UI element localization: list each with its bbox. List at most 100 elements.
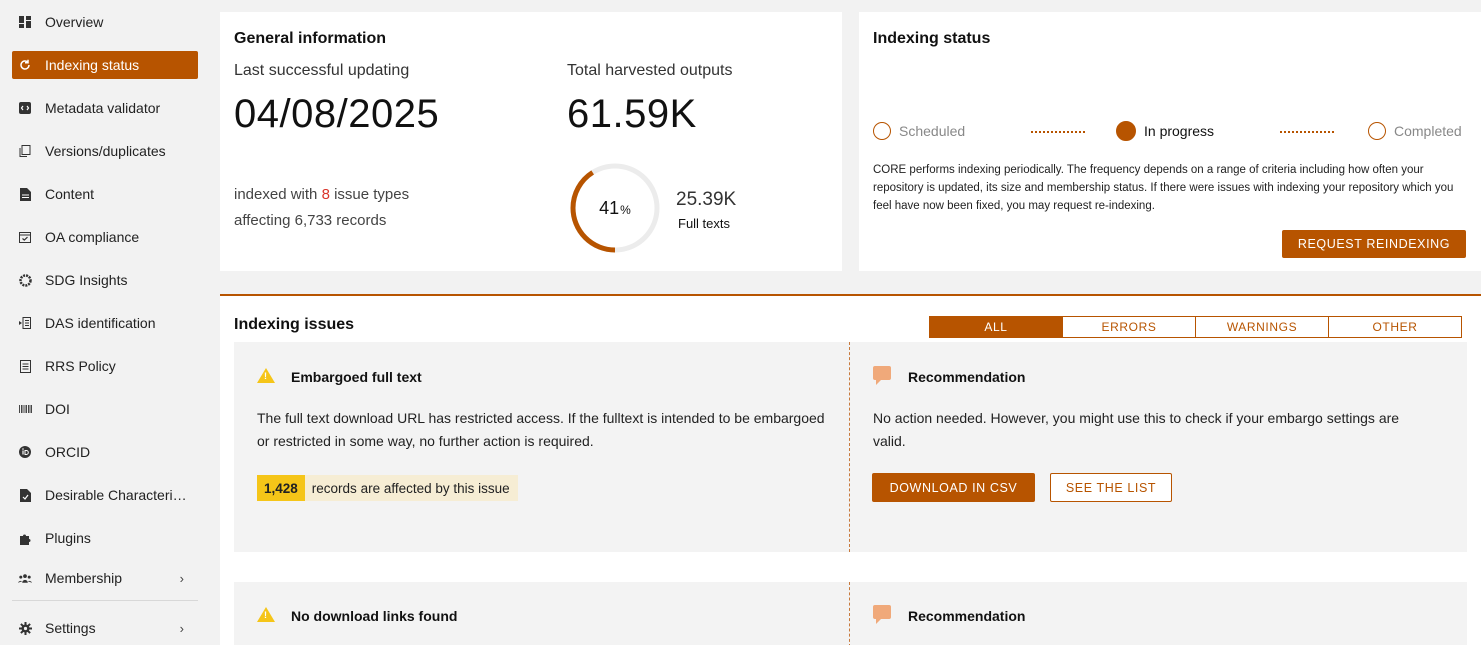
general-information-card: General information Last successful upda… (220, 12, 842, 271)
sidebar-item-label: DAS identification (45, 315, 156, 331)
step-completed: Completed (1368, 122, 1462, 140)
orcid-icon (18, 445, 32, 459)
download-csv-button[interactable]: DOWNLOAD IN CSV (872, 473, 1035, 502)
chevron-right-icon: › (179, 620, 184, 636)
donut-percent-value: 41 (599, 197, 620, 218)
sidebar-item-das-identification[interactable]: DAS identification (12, 309, 198, 337)
see-the-list-button[interactable]: SEE THE LIST (1050, 473, 1172, 502)
puzzle-icon (18, 531, 32, 545)
issue-title: No download links found (291, 608, 458, 624)
donut-percent: 41% (569, 162, 661, 254)
sidebar-divider (12, 600, 198, 601)
document-icon (18, 488, 32, 502)
recommendation-text: No action needed. However, you might use… (873, 410, 1400, 449)
warning-icon (257, 607, 275, 622)
fulltext-count: 25.39K (676, 189, 737, 210)
sidebar-item-label: Overview (45, 14, 104, 30)
sidebar-item-label: OA compliance (45, 229, 140, 245)
sidebar-item-label: ORCID (45, 444, 91, 460)
sync-icon (18, 58, 32, 72)
sidebar-item-orcid[interactable]: ORCID (12, 438, 198, 466)
sdg-wheel-icon (18, 273, 32, 287)
copy-icon (18, 144, 32, 158)
request-reindexing-button[interactable]: REQUEST REINDEXING (1282, 230, 1466, 258)
sidebar-item-label: Content (45, 186, 95, 202)
warning-icon (257, 368, 275, 383)
issue-types-line: indexed with 8 issue types (234, 184, 409, 206)
step-circle-icon (873, 122, 891, 140)
step-connector (1280, 131, 1334, 133)
dashboard-icon (18, 15, 32, 29)
sidebar-item-label: RRS Policy (45, 358, 116, 374)
sidebar-item-metadata-validator[interactable]: Metadata validator (12, 94, 198, 122)
recommendation-title: Recommendation (908, 369, 1026, 385)
sidebar-item-label: Versions/duplicates (45, 143, 166, 159)
issue-card: Embargoed full text The full text downlo… (234, 342, 1467, 552)
issue-types-count[interactable]: 8 (322, 186, 330, 203)
sidebar: Overview Indexing status Metadata valida… (0, 0, 205, 645)
issue-details: Embargoed full text The full text downlo… (234, 342, 849, 552)
sidebar-item-label: Indexing status (45, 57, 140, 73)
code-icon (18, 101, 32, 115)
file-icon (18, 187, 32, 201)
affected-count: 1,428 (257, 475, 305, 501)
policy-icon (18, 359, 32, 373)
sidebar-item-doi[interactable]: DOI (12, 395, 198, 423)
checkbox-icon (18, 230, 32, 244)
step-label: Completed (1394, 123, 1462, 139)
last-update-label: Last successful updating (234, 62, 410, 79)
sidebar-item-oa-compliance[interactable]: OA compliance (12, 223, 198, 251)
issue-title: Embargoed full text (291, 369, 422, 385)
sidebar-item-desirable-characteristics[interactable]: Desirable Characteri… (12, 481, 198, 509)
step-label: In progress (1144, 123, 1215, 139)
recommendation-icon (873, 605, 891, 624)
sidebar-item-overview[interactable]: Overview (12, 8, 198, 36)
sidebar-item-label: Settings (45, 620, 96, 636)
sidebar-item-rrs-policy[interactable]: RRS Policy (12, 352, 198, 380)
affected-records-badge: 1,428 records are affected by this issue (257, 475, 518, 501)
sidebar-item-versions-duplicates[interactable]: Versions/duplicates (12, 137, 198, 165)
indexing-status-title: Indexing status (873, 30, 991, 47)
indexing-description: CORE performs indexing periodically. The… (873, 164, 1454, 212)
step-circle-filled-icon (1116, 121, 1136, 141)
chevron-right-icon: › (179, 570, 184, 586)
das-icon (18, 316, 32, 330)
indexing-status-card: Indexing status Scheduled In progress Co… (859, 12, 1481, 271)
recommendation-icon (873, 366, 891, 385)
step-circle-icon (1368, 122, 1386, 140)
donut-percent-sign: % (620, 203, 631, 217)
step-label: Scheduled (899, 123, 966, 139)
recommendation-title: Recommendation (908, 608, 1026, 624)
sidebar-item-settings[interactable]: Settings › (12, 614, 198, 642)
recommendation-panel: Recommendation (849, 582, 1467, 645)
indexing-issues-section: Indexing issues ALL ERRORS WARNINGS OTHE… (220, 294, 1481, 645)
step-scheduled: Scheduled (873, 122, 965, 140)
recommendation-panel: Recommendation No action needed. However… (849, 342, 1467, 552)
last-update-value: 04/08/2025 (234, 92, 440, 136)
general-information-title: General information (234, 30, 387, 47)
gear-icon (18, 621, 32, 635)
sidebar-item-label: Desirable Characteri… (45, 487, 187, 503)
sidebar-item-membership[interactable]: Membership › (12, 564, 198, 592)
filter-tab-errors[interactable]: ERRORS (1062, 316, 1196, 338)
total-outputs-label: Total harvested outputs (567, 62, 733, 79)
sidebar-item-content[interactable]: Content (12, 180, 198, 208)
sidebar-item-indexing-status[interactable]: Indexing status (12, 51, 198, 79)
sidebar-item-label: Metadata validator (45, 100, 161, 116)
sidebar-item-label: Membership (45, 570, 123, 586)
step-in-progress: In progress (1116, 121, 1214, 141)
filter-tab-warnings[interactable]: WARNINGS (1195, 316, 1329, 338)
filter-tab-all[interactable]: ALL (929, 316, 1063, 338)
sidebar-item-sdg-insights[interactable]: SDG Insights (12, 266, 198, 294)
members-icon (18, 571, 32, 585)
filter-tab-other[interactable]: OTHER (1328, 316, 1462, 338)
affected-records-line: affecting 6,733 records (234, 212, 387, 229)
sidebar-item-label: DOI (45, 401, 70, 417)
step-connector (1031, 131, 1085, 133)
fulltext-label: Full texts (678, 216, 731, 231)
total-outputs-value: 61.59K (567, 92, 697, 136)
sidebar-item-label: SDG Insights (45, 272, 128, 288)
issue-card: No download links found Recommendation (234, 582, 1467, 645)
issue-filter-tabs: ALL ERRORS WARNINGS OTHER (929, 316, 1462, 338)
sidebar-item-plugins[interactable]: Plugins (12, 524, 198, 552)
